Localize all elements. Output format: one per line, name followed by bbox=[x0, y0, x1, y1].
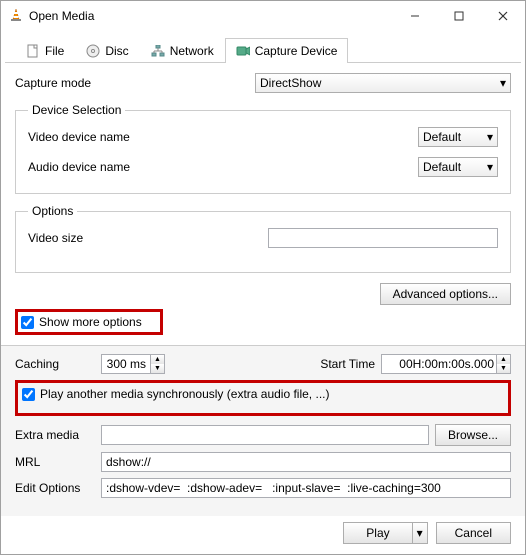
device-selection-group: Device Selection Video device name Defau… bbox=[15, 103, 511, 194]
window-title: Open Media bbox=[29, 9, 393, 23]
video-size-label: Video size bbox=[28, 231, 268, 245]
tab-capture-label: Capture Device bbox=[255, 44, 338, 58]
caching-spinbox[interactable]: 300 ms ▲▼ bbox=[101, 354, 165, 374]
device-selection-legend: Device Selection bbox=[28, 103, 125, 117]
maximize-button[interactable] bbox=[437, 2, 481, 30]
spin-up-icon[interactable]: ▲ bbox=[150, 355, 164, 364]
chevron-down-icon: ▾ bbox=[417, 526, 423, 540]
chevron-down-icon: ▾ bbox=[500, 76, 506, 90]
spin-down-icon[interactable]: ▼ bbox=[496, 364, 510, 373]
start-time-value: 00H:00m:00s.000 bbox=[399, 357, 494, 371]
caching-value: 300 ms bbox=[107, 357, 146, 371]
play-button[interactable]: Play bbox=[343, 522, 411, 544]
tab-file[interactable]: File bbox=[15, 38, 75, 63]
play-dropdown-button[interactable]: ▾ bbox=[412, 522, 428, 544]
caching-label: Caching bbox=[15, 357, 95, 371]
advanced-options-button[interactable]: Advanced options... bbox=[380, 283, 511, 305]
extra-media-label: Extra media bbox=[15, 428, 95, 442]
video-device-select[interactable]: Default ▾ bbox=[418, 127, 498, 147]
browse-label: Browse... bbox=[448, 428, 498, 442]
audio-device-select[interactable]: Default ▾ bbox=[418, 157, 498, 177]
play-split-button[interactable]: Play ▾ bbox=[343, 522, 427, 544]
cancel-button[interactable]: Cancel bbox=[436, 522, 511, 544]
capture-mode-label: Capture mode bbox=[15, 76, 255, 90]
tab-network-label: Network bbox=[170, 44, 214, 58]
play-sync-label: Play another media synchronously (extra … bbox=[40, 387, 329, 401]
show-more-options-label: Show more options bbox=[39, 315, 142, 329]
tab-file-label: File bbox=[45, 44, 64, 58]
tab-network[interactable]: Network bbox=[140, 38, 225, 63]
video-size-input[interactable] bbox=[268, 228, 498, 248]
network-icon bbox=[151, 44, 165, 58]
capture-icon bbox=[236, 44, 250, 58]
start-time-label: Start Time bbox=[320, 357, 375, 371]
browse-button[interactable]: Browse... bbox=[435, 424, 511, 446]
video-device-value: Default bbox=[423, 130, 461, 144]
tab-capture-device[interactable]: Capture Device bbox=[225, 38, 349, 63]
audio-device-value: Default bbox=[423, 160, 461, 174]
titlebar: Open Media bbox=[1, 1, 525, 31]
disc-icon bbox=[86, 44, 100, 58]
tabs: File Disc Network Capture Device bbox=[5, 31, 521, 63]
edit-options-input[interactable] bbox=[101, 478, 511, 498]
options-legend: Options bbox=[28, 204, 77, 218]
tab-disc-label: Disc bbox=[105, 44, 128, 58]
edit-options-label: Edit Options bbox=[15, 481, 95, 495]
file-icon bbox=[26, 44, 40, 58]
extra-media-input[interactable] bbox=[101, 425, 429, 445]
play-sync-input[interactable] bbox=[22, 388, 35, 401]
mrl-input[interactable] bbox=[101, 452, 511, 472]
show-more-options-input[interactable] bbox=[21, 316, 34, 329]
capture-mode-value: DirectShow bbox=[260, 76, 321, 90]
play-label: Play bbox=[366, 526, 389, 540]
capture-mode-select[interactable]: DirectShow ▾ bbox=[255, 73, 511, 93]
chevron-down-icon: ▾ bbox=[487, 130, 493, 144]
audio-device-label: Audio device name bbox=[28, 160, 418, 174]
play-sync-checkbox[interactable]: Play another media synchronously (extra … bbox=[22, 387, 504, 401]
chevron-down-icon: ▾ bbox=[487, 160, 493, 174]
tab-disc[interactable]: Disc bbox=[75, 38, 139, 63]
spin-down-icon[interactable]: ▼ bbox=[150, 364, 164, 373]
options-group: Options Video size bbox=[15, 204, 511, 273]
cancel-label: Cancel bbox=[455, 526, 492, 540]
mrl-label: MRL bbox=[15, 455, 95, 469]
close-button[interactable] bbox=[481, 2, 525, 30]
start-time-spinbox[interactable]: 00H:00m:00s.000 ▲▼ bbox=[381, 354, 511, 374]
video-device-label: Video device name bbox=[28, 130, 418, 144]
minimize-button[interactable] bbox=[393, 2, 437, 30]
show-more-options-checkbox[interactable]: Show more options bbox=[21, 315, 142, 329]
vlc-icon bbox=[9, 8, 23, 25]
advanced-options-label: Advanced options... bbox=[393, 287, 498, 301]
spin-up-icon[interactable]: ▲ bbox=[496, 355, 510, 364]
